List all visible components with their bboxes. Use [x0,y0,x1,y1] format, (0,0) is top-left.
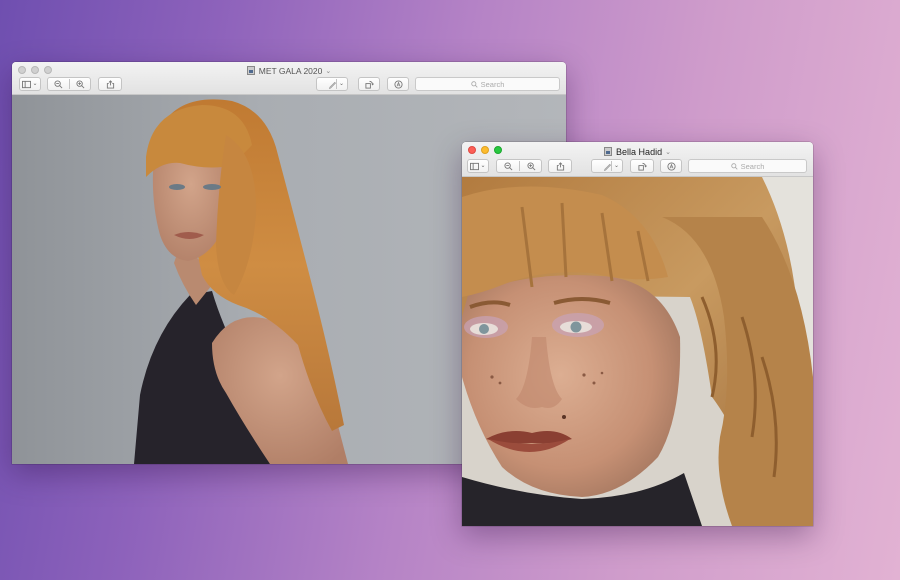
toolbar: ⌄ ⌄ Search [462,159,813,173]
titlebar[interactable]: MET GALA 2020 ⌄ ⌄ ⌄ Search [12,62,566,95]
rotate-button[interactable] [630,159,654,173]
window-title-text: Bella Hadid [616,146,663,157]
document-icon [246,66,255,75]
sidebar-icon [22,80,32,88]
share-button[interactable] [98,77,122,91]
chevron-down-icon: ⌄ [614,163,620,169]
toolbar: ⌄ ⌄ Search [12,77,566,91]
image-canvas[interactable] [462,177,813,526]
share-icon [106,79,114,89]
chevron-down-icon: ⌄ [665,148,671,156]
chevron-down-icon: ⌄ [480,163,486,169]
divider [611,161,612,171]
window-title-text: MET GALA 2020 [258,65,323,76]
sidebar-button[interactable]: ⌄ [467,159,489,173]
zoom-out-icon [503,161,512,170]
zoom-out-button[interactable] [497,160,519,172]
share-icon [556,161,564,171]
rotate-icon [637,162,647,171]
document-icon [604,147,613,156]
photo-face-closeup [462,177,813,526]
zoom-in-icon [76,79,85,88]
search-icon [730,162,738,170]
titlebar[interactable]: Bella Hadid ⌄ ⌄ ⌄ Search [462,142,813,177]
zoom-out-button[interactable] [48,78,69,90]
rotate-icon [364,80,374,89]
markup-pen-button[interactable]: ⌄ [316,77,348,91]
zoom-segment [496,159,542,173]
zoom-in-button[interactable] [520,160,542,172]
search-field[interactable]: Search [688,159,807,173]
zoom-in-button[interactable] [70,78,91,90]
sidebar-button[interactable]: ⌄ [19,77,41,91]
chevron-down-icon: ⌄ [32,81,38,87]
share-button[interactable] [548,159,572,173]
search-placeholder: Search [480,79,505,89]
window-title[interactable]: Bella Hadid ⌄ [462,145,813,158]
annotate-icon [666,161,676,171]
zoom-in-icon [526,161,535,170]
search-icon [470,80,478,88]
search-field[interactable]: Search [415,77,560,91]
sidebar-icon [470,162,480,170]
annotate-icon [393,79,403,89]
window-title[interactable]: MET GALA 2020 ⌄ [12,64,566,77]
zoom-segment [47,77,91,91]
chevron-down-icon: ⌄ [339,81,345,87]
preview-window-bella-hadid[interactable]: Bella Hadid ⌄ ⌄ ⌄ Search [462,142,813,526]
search-placeholder: Search [740,161,765,171]
markup-pen-button[interactable]: ⌄ [591,159,623,173]
rotate-button[interactable] [358,77,380,91]
divider [336,79,337,89]
annotate-button[interactable] [660,159,682,173]
annotate-button[interactable] [387,77,409,91]
zoom-out-icon [54,79,63,88]
chevron-down-icon: ⌄ [325,67,332,75]
